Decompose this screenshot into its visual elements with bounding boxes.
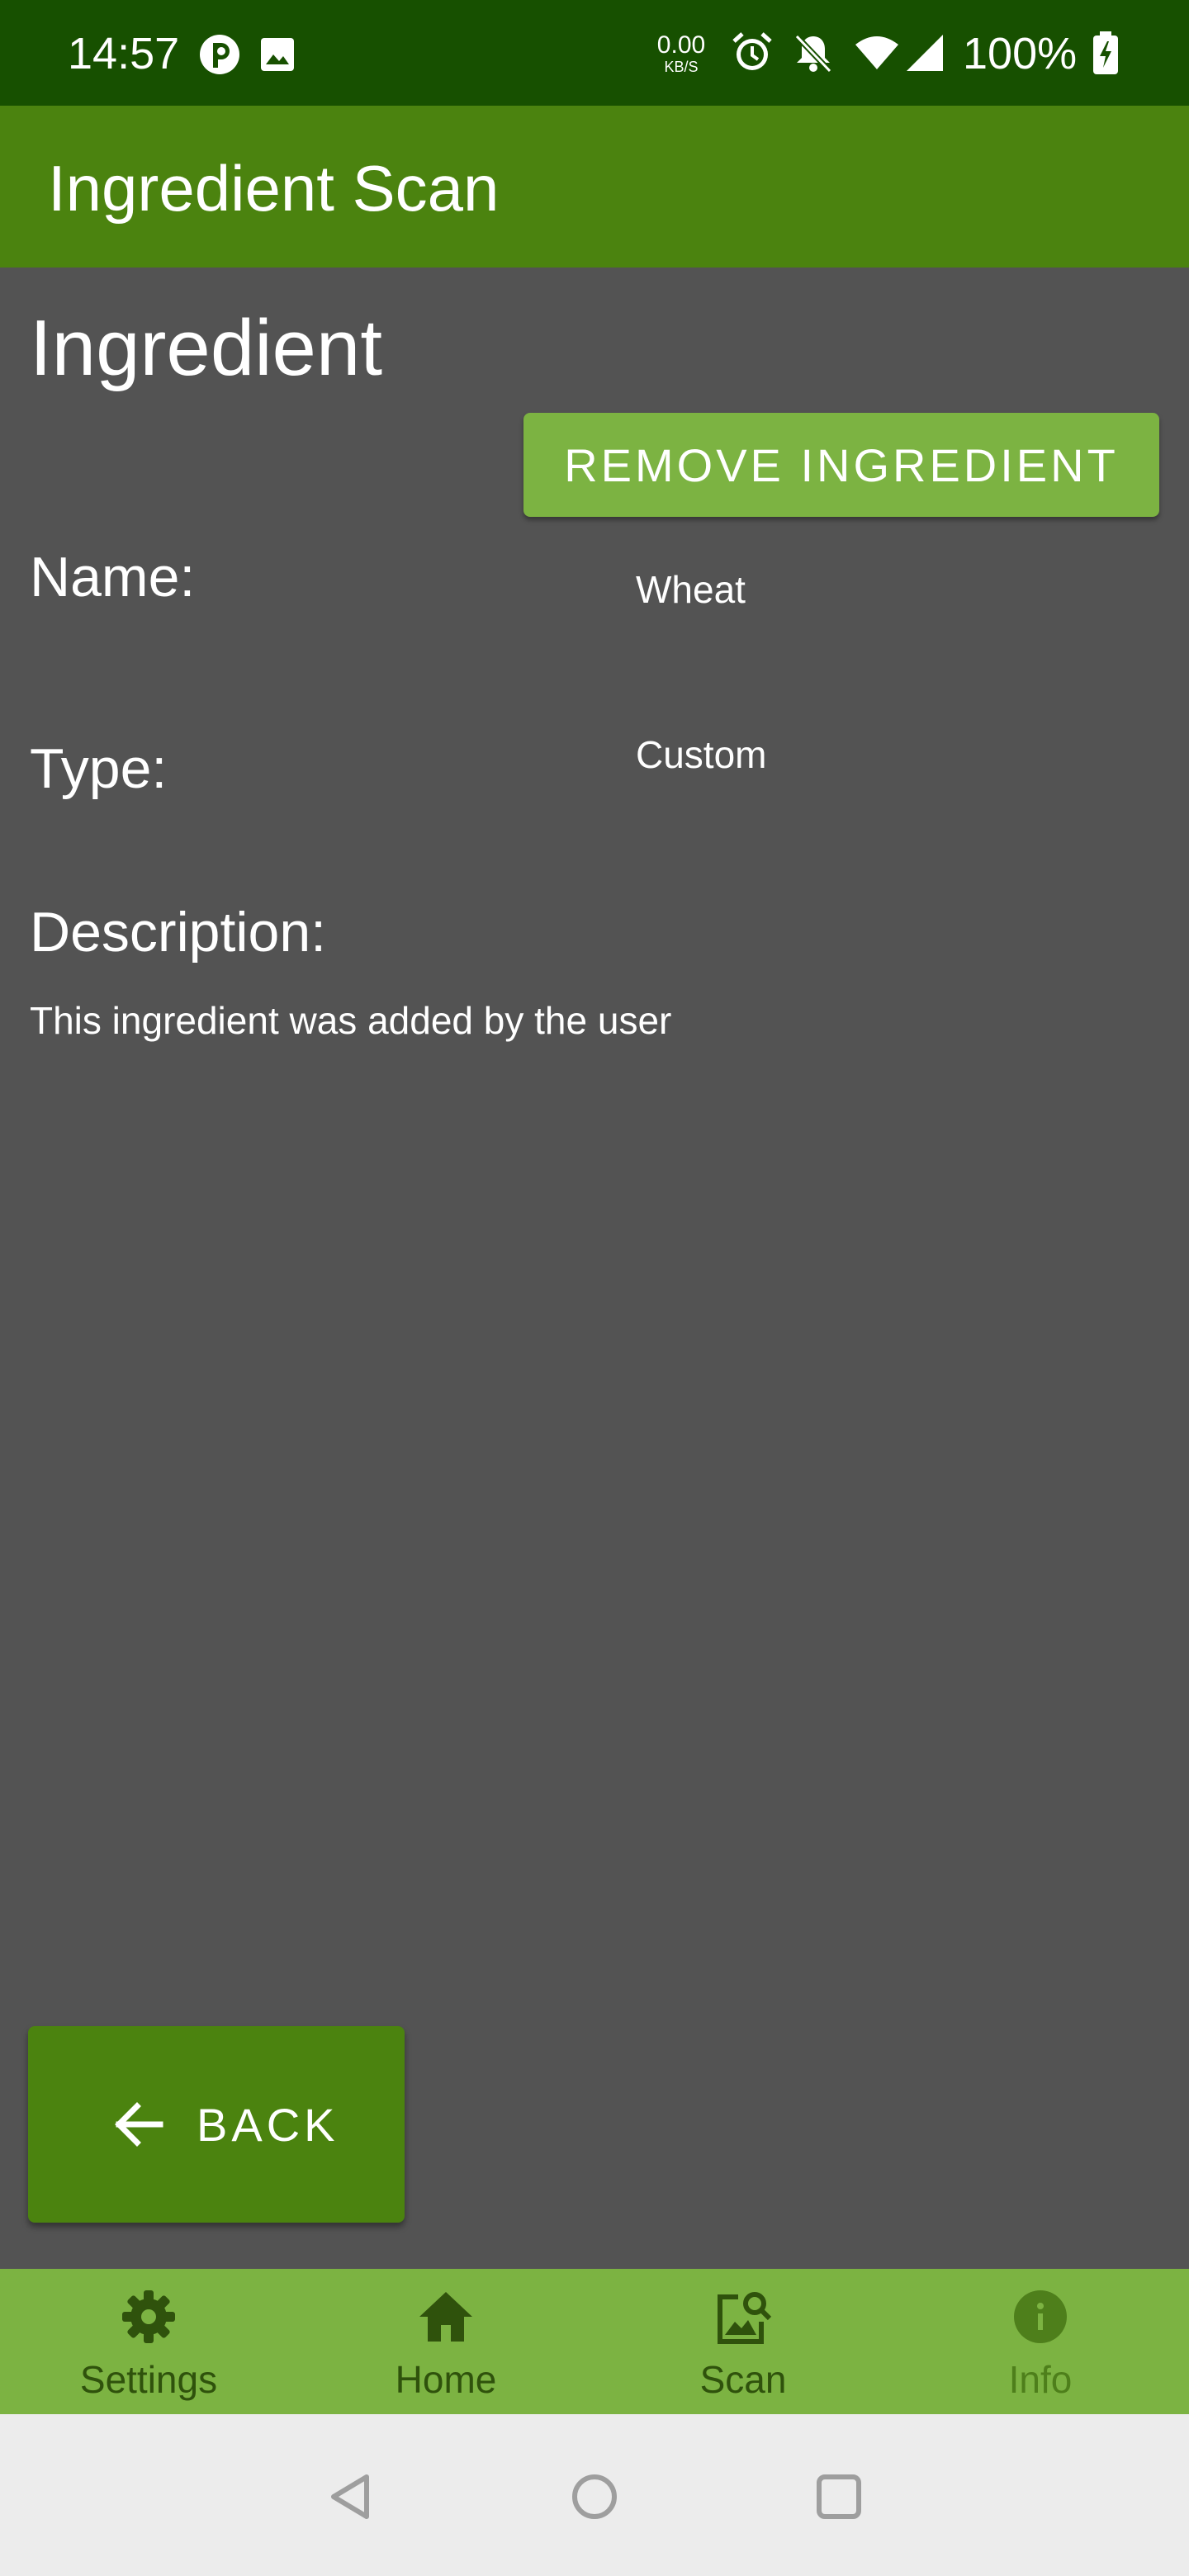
nav-item-scan[interactable]: Scan — [594, 2269, 892, 2414]
nav-label-scan: Scan — [699, 2358, 787, 2401]
nav-label-settings: Settings — [79, 2358, 218, 2401]
type-value: Custom — [636, 733, 767, 776]
remove-ingredient-button[interactable]: REMOVE INGREDIENT — [523, 413, 1159, 517]
nav-item-home[interactable]: Home — [297, 2269, 594, 2414]
image-icon — [261, 38, 294, 71]
page-heading: Ingredient — [30, 304, 382, 392]
gear-icon — [122, 2290, 175, 2343]
battery-percentage: 100% — [963, 29, 1078, 78]
status-time: 14:57 — [68, 29, 180, 78]
bell-off-icon — [794, 34, 832, 73]
arrow-left-icon — [115, 2102, 163, 2147]
network-speed-unit: KB/S — [664, 59, 699, 75]
remove-ingredient-button-label: REMOVE INGREDIENT — [564, 438, 1119, 491]
app-title: Ingredient Scan — [48, 152, 500, 225]
recents-square-icon[interactable] — [816, 2474, 862, 2520]
battery-charging-icon — [1093, 31, 1118, 74]
status-bar: 14:57 0.00 KB/S 100% — [0, 0, 1189, 106]
nav-item-info[interactable]: Info — [892, 2269, 1189, 2414]
description-label: Description: — [30, 901, 327, 964]
home-circle-icon[interactable] — [570, 2472, 619, 2522]
network-speed-value: 0.00 — [656, 31, 706, 59]
home-icon — [419, 2292, 472, 2342]
back-button[interactable]: BACK — [28, 2026, 405, 2223]
info-icon — [1014, 2290, 1067, 2343]
notification-badge-icon — [200, 35, 239, 74]
image-search-icon — [718, 2292, 772, 2344]
nav-label-home: Home — [395, 2358, 497, 2401]
signal-icon — [907, 35, 943, 71]
bottom-navigation: Settings Home Scan Info — [0, 2269, 1189, 2414]
nav-label-info: Info — [1008, 2358, 1073, 2401]
wifi-icon — [855, 36, 898, 69]
name-value: Wheat — [636, 568, 746, 611]
system-navigation-bar — [0, 2414, 1189, 2576]
nav-item-settings[interactable]: Settings — [0, 2269, 297, 2414]
alarm-icon — [732, 32, 772, 70]
back-button-label: BACK — [197, 2099, 339, 2151]
name-label: Name: — [30, 546, 196, 608]
description-text: This ingredient was added by the user — [30, 999, 672, 1042]
back-triangle-icon[interactable] — [327, 2472, 373, 2522]
network-speed: 0.00 KB/S — [652, 31, 710, 75]
type-label: Type: — [30, 737, 168, 800]
